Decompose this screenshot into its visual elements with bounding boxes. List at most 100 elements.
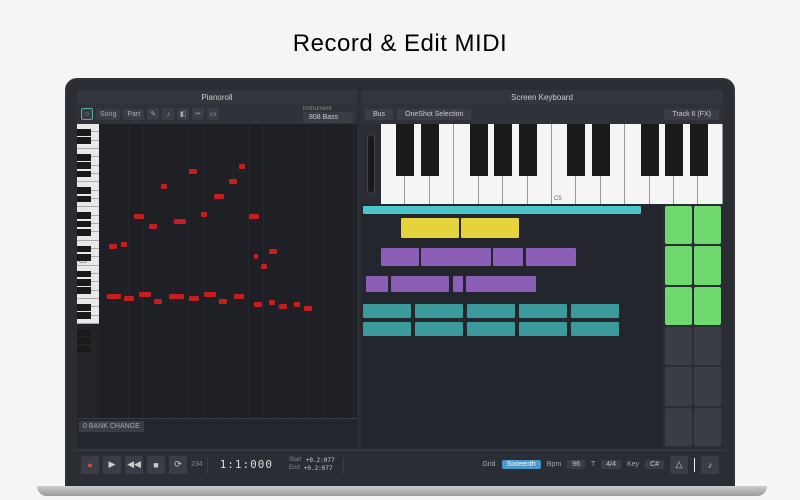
bpm-value[interactable]: 96	[567, 460, 585, 469]
midi-note[interactable]	[261, 264, 267, 269]
midi-note[interactable]	[201, 212, 207, 217]
grid-selector[interactable]: Sixteenth	[502, 460, 541, 469]
clip[interactable]	[415, 304, 463, 318]
piano-key-black[interactable]	[592, 124, 610, 176]
clip[interactable]	[363, 304, 411, 318]
clip[interactable]	[363, 322, 411, 336]
midi-note[interactable]	[107, 294, 121, 299]
piano-key-black[interactable]	[421, 124, 439, 176]
midi-note-grid[interactable]: C3	[99, 124, 357, 418]
midi-note[interactable]	[269, 249, 277, 254]
oneshot-button[interactable]: OneShot Selection	[397, 109, 471, 120]
clip[interactable]	[571, 304, 619, 318]
instrument-selector[interactable]: 808 Bass	[303, 112, 353, 123]
clip[interactable]	[526, 248, 576, 266]
eraser-tool-icon[interactable]: ◧	[177, 108, 189, 120]
midi-note[interactable]	[234, 294, 244, 299]
mod-pitch-wheels[interactable]	[361, 124, 381, 204]
piano-key-black[interactable]	[519, 124, 537, 176]
midi-note[interactable]	[139, 292, 151, 297]
clip[interactable]	[421, 248, 491, 266]
key-value[interactable]: C#	[645, 460, 664, 469]
piano-key-black[interactable]	[470, 124, 488, 176]
drum-pad[interactable]	[665, 287, 692, 325]
piano-key-black[interactable]	[396, 124, 414, 176]
midi-note[interactable]	[254, 302, 262, 307]
clip[interactable]	[493, 248, 523, 266]
clip[interactable]	[381, 248, 419, 266]
drum-pads-grid[interactable]	[663, 204, 723, 448]
bus-button[interactable]: Bus	[365, 109, 393, 120]
drum-pad[interactable]	[665, 408, 692, 446]
piano-key-black[interactable]	[690, 124, 708, 176]
lane-type-label[interactable]: 0 BANK CHANGE	[79, 421, 144, 432]
drum-pad[interactable]	[694, 287, 721, 325]
drum-pad[interactable]	[665, 206, 692, 244]
midi-note[interactable]	[294, 302, 300, 307]
drum-pad[interactable]	[665, 367, 692, 405]
mode-part-button[interactable]: Part	[123, 109, 144, 120]
locator-block[interactable]: Start+0.2:077 End+0.2:077	[285, 457, 339, 471]
loop-button[interactable]: ⟳	[169, 456, 187, 474]
midi-note[interactable]	[109, 244, 117, 249]
pitch-wheel[interactable]	[367, 134, 375, 194]
drum-pad[interactable]	[665, 327, 692, 365]
midi-note[interactable]	[161, 184, 167, 189]
drum-pad[interactable]	[694, 327, 721, 365]
track-selector[interactable]: Track 6 (FX)	[664, 109, 719, 120]
midi-note[interactable]	[229, 179, 237, 184]
rewind-button[interactable]: ◀◀	[125, 456, 143, 474]
midi-note[interactable]	[254, 254, 258, 259]
piano-key-black[interactable]	[494, 124, 512, 176]
select-tool-icon[interactable]: ▭	[207, 108, 219, 120]
clip[interactable]	[391, 276, 449, 292]
pianoroll-editor[interactable]: C3	[77, 124, 357, 418]
record-button[interactable]: ●	[81, 456, 99, 474]
play-button[interactable]: ▶	[103, 456, 121, 474]
midi-note[interactable]	[154, 299, 162, 304]
timesig-value[interactable]: 4/4	[601, 460, 621, 469]
midi-note[interactable]	[269, 300, 275, 305]
midi-note[interactable]	[219, 299, 227, 304]
clips-timeline[interactable]	[361, 204, 663, 448]
midi-note[interactable]	[204, 292, 216, 297]
midi-note[interactable]	[189, 296, 199, 301]
pencil-tool-icon[interactable]: ✎	[147, 108, 159, 120]
piano-key-black[interactable]	[641, 124, 659, 176]
clip[interactable]	[467, 322, 515, 336]
midi-note[interactable]	[134, 214, 144, 219]
drum-pad[interactable]	[694, 367, 721, 405]
midi-note[interactable]	[279, 304, 287, 309]
drum-pad[interactable]	[694, 206, 721, 244]
drum-pad[interactable]	[694, 408, 721, 446]
position-display[interactable]: 1:1:000	[212, 458, 281, 471]
clip[interactable]	[461, 218, 519, 238]
midi-note[interactable]	[169, 294, 184, 299]
midi-note[interactable]	[249, 214, 259, 219]
clip[interactable]	[366, 276, 388, 292]
clip[interactable]	[519, 304, 567, 318]
piano-key-black[interactable]	[665, 124, 683, 176]
piano-key-black[interactable]	[567, 124, 585, 176]
midi-note[interactable]	[304, 306, 312, 311]
midi-note[interactable]	[149, 224, 157, 229]
clip[interactable]	[466, 276, 536, 292]
midi-note[interactable]	[214, 194, 224, 199]
mode-song-button[interactable]: Song	[96, 109, 120, 120]
metronome-icon[interactable]: △	[670, 456, 688, 474]
stop-button[interactable]: ■	[147, 456, 165, 474]
note-tool-icon[interactable]: ♪	[162, 108, 174, 120]
clip[interactable]	[453, 276, 463, 292]
midi-note[interactable]	[174, 219, 186, 224]
clip[interactable]	[571, 322, 619, 336]
clip[interactable]	[467, 304, 515, 318]
screen-keyboard[interactable]: C5	[381, 124, 723, 204]
clip[interactable]	[519, 322, 567, 336]
midi-note[interactable]	[121, 242, 127, 247]
piano-keys-column[interactable]	[77, 124, 99, 418]
drum-pad[interactable]	[665, 246, 692, 284]
note-snap-icon[interactable]: ♪	[701, 456, 719, 474]
midi-note[interactable]	[189, 169, 197, 174]
clip[interactable]	[401, 218, 459, 238]
clip[interactable]	[415, 322, 463, 336]
